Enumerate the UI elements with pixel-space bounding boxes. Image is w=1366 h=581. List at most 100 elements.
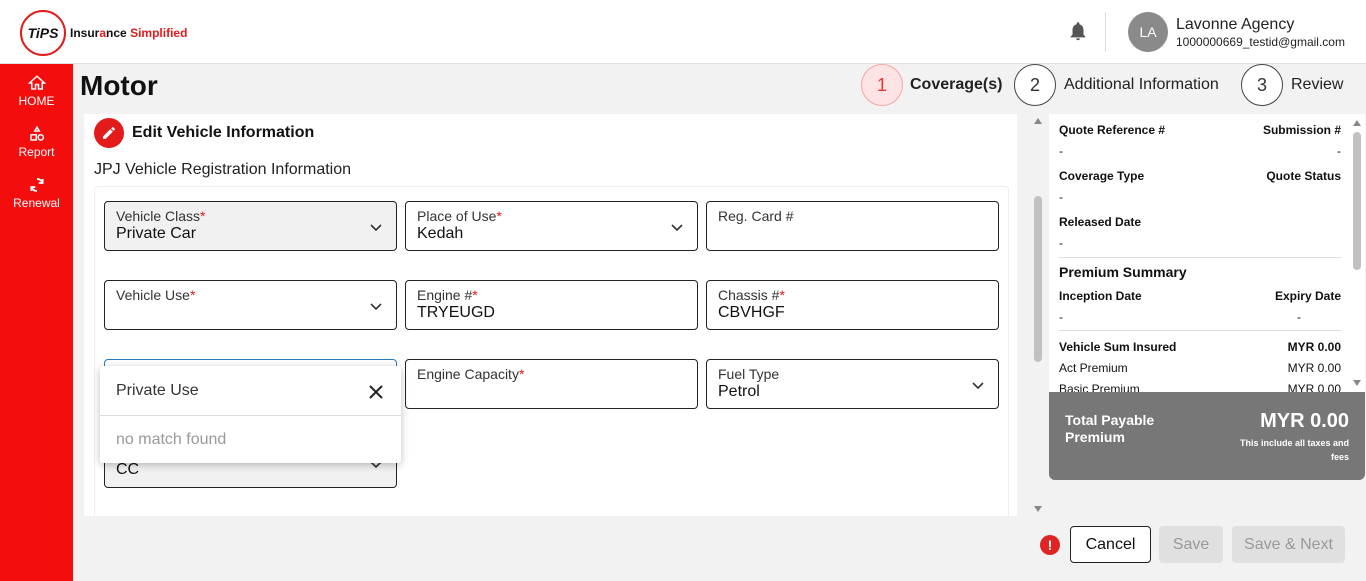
total-payable-label: Total Payable Premium [1065,412,1155,445]
user-name: Lavonne Agency [1176,16,1295,33]
vehicle-class-value: Private Car [116,225,197,242]
scroll-down-arrow-icon[interactable] [1034,506,1042,512]
pencil-icon [94,118,124,148]
act-premium-value: MYR 0.00 [1287,361,1341,375]
page-title: Motor [80,70,158,101]
chassis-number-input[interactable]: Chassis #* CBVHGF [706,280,999,330]
form-scrollbar[interactable] [1032,114,1044,516]
renewal-icon [29,178,44,192]
engine-number-input[interactable]: Engine #* TRYEUGD [405,280,698,330]
sidebar-item-label: Report [18,145,55,159]
chassis-number-value: CBVHGF [718,304,785,321]
chevron-down-icon [972,382,984,390]
premium-summary-label: Premium Summary [1059,264,1187,280]
coverage-type-value: - [1059,190,1063,204]
dropdown-empty-message: no match found [116,431,227,448]
logo-text-a: Insur [70,26,100,40]
step-2-circle[interactable]: 2 [1014,64,1056,106]
fuel-type-label: Fuel Type [718,366,780,382]
basic-premium-value: MYR 0.00 [1287,382,1341,392]
summary-scrollbar[interactable] [1351,114,1363,392]
chevron-down-icon [370,303,382,311]
step-1-circle[interactable]: 1 [861,64,903,106]
save-button[interactable]: Save [1159,526,1223,563]
report-icon [29,125,44,141]
total-payable-amount: MYR 0.00 [1260,410,1349,432]
step-3-circle[interactable]: 3 [1241,64,1283,106]
engine-capacity-label: Engine Capacity* [417,366,525,382]
scroll-down-arrow-icon[interactable] [1353,380,1361,386]
quote-ref-label: Quote Reference # [1059,123,1166,137]
cancel-button[interactable]: Cancel [1070,526,1151,563]
basic-premium-label: Basic Premium [1059,382,1140,392]
header-divider [1105,12,1106,52]
quote-summary-panel: Quote Reference # Submission # - - Cover… [1049,114,1365,392]
engine-number-value: TRYEUGD [417,304,495,321]
notification-bell-icon[interactable] [1067,20,1089,42]
summary-scroll-thumb[interactable] [1353,132,1361,270]
quote-status-label: Quote Status [1266,169,1341,183]
logo[interactable]: TiPS Insurance Simplified [20,10,187,56]
vehicle-use-dropdown: Private Use no match found [100,366,401,463]
scroll-up-arrow-icon[interactable] [1034,118,1042,124]
capacity-unit-value: CC [116,461,140,478]
vehicle-class-select[interactable]: Vehicle Class* Private Car [104,201,397,251]
logo-text-c: Simplified [130,26,188,40]
fuel-type-select[interactable]: Fuel Type Petrol [706,359,999,409]
sum-insured-label: Vehicle Sum Insured [1059,340,1177,354]
step-1-label[interactable]: Coverage(s) [910,76,1002,94]
act-premium-label: Act Premium [1059,361,1128,375]
sidebar-item-report[interactable]: Report [0,125,73,159]
chassis-number-label: Chassis #* [718,287,785,303]
reg-card-label: Reg. Card # [718,208,794,224]
sidebar-item-renewal[interactable]: Renewal [0,176,73,210]
released-date-label: Released Date [1059,215,1142,229]
chevron-down-icon [370,224,382,232]
edit-section-title: Edit Vehicle Information [132,124,315,141]
jpj-section-title: JPJ Vehicle Registration Information [94,161,352,178]
sum-insured-value: MYR 0.00 [1287,340,1341,354]
form-scroll-thumb[interactable] [1034,196,1042,362]
logo-text-b: nce [106,26,127,40]
logo-mark: TiPS [20,10,66,56]
dropdown-search-input[interactable]: Private Use [116,382,199,400]
step-3-label[interactable]: Review [1291,76,1343,94]
engine-number-label: Engine #* [417,287,478,303]
dropdown-divider [100,415,401,416]
inception-date-value: - [1059,310,1063,324]
engine-capacity-input[interactable]: Engine Capacity* [405,359,698,409]
summary-divider [1059,330,1341,331]
vehicle-use-label: Vehicle Use* [116,287,196,303]
step-2-label[interactable]: Additional Information [1064,76,1219,94]
summary-divider [1059,257,1341,258]
place-of-use-select[interactable]: Place of Use* Kedah [405,201,698,251]
reg-card-input[interactable]: Reg. Card # [706,201,999,251]
save-next-button[interactable]: Save & Next [1232,526,1345,563]
top-bar: TiPS Insurance Simplified LA Lavonne Age… [0,0,1366,64]
avatar[interactable]: LA [1128,12,1168,52]
tax-note: This include all taxes and fees [1239,438,1349,462]
scroll-up-arrow-icon[interactable] [1353,120,1361,126]
home-icon [27,75,46,90]
quote-ref-value: - [1059,144,1063,158]
chevron-down-icon [671,224,683,232]
close-icon[interactable] [368,384,384,400]
submission-label: Submission # [1262,123,1341,137]
user-email: 1000000669_testid@gmail.com [1176,35,1345,49]
inception-date-label: Inception Date [1059,289,1142,303]
fuel-type-value: Petrol [718,383,760,400]
coverage-type-label: Coverage Type [1059,169,1145,183]
place-of-use-label: Place of Use* [417,208,502,224]
expiry-date-label: Expiry Date [1274,289,1341,303]
vehicle-use-select[interactable]: Vehicle Use* [104,280,397,330]
sidebar-item-home[interactable]: HOME [0,74,73,108]
place-of-use-value: Kedah [417,225,464,242]
total-payable-box: Total Payable Premium MYR 0.00 This incl… [1049,392,1365,480]
released-date-value: - [1059,236,1063,250]
sidebar-item-label: Renewal [13,196,60,210]
submission-value: - [1337,144,1341,158]
error-alert-icon[interactable]: ! [1040,535,1060,555]
expiry-date-value: - [1297,310,1301,324]
logo-text: Insurance Simplified [70,26,187,40]
vehicle-class-label: Vehicle Class* [116,208,206,224]
